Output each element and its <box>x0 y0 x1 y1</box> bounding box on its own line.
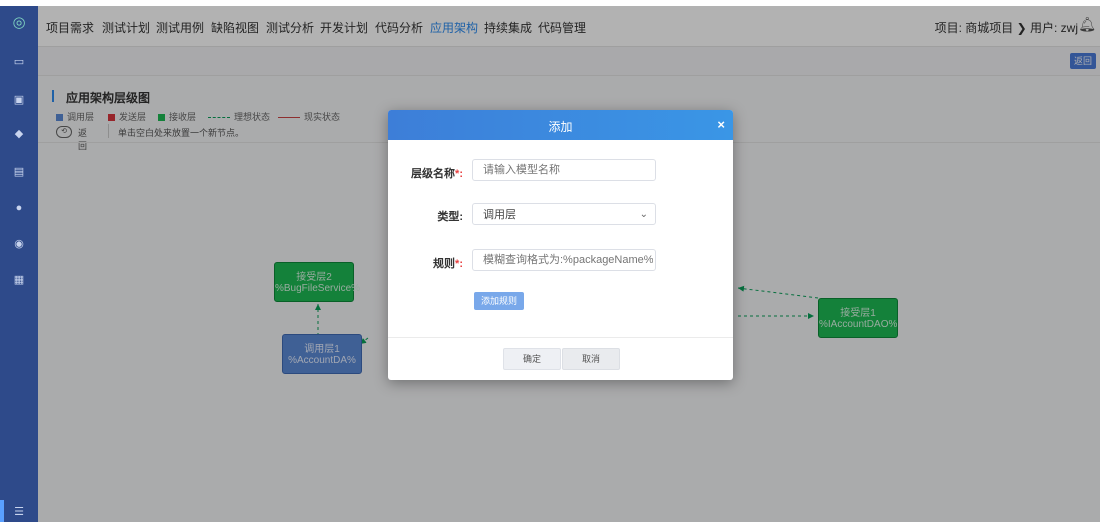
report-icon[interactable]: ▦ <box>12 274 26 286</box>
confirm-button[interactable]: 确定 <box>503 348 561 370</box>
layers-icon[interactable]: ◆ <box>12 128 26 140</box>
add-rule-button[interactable]: 添加规则 <box>474 292 524 310</box>
level-name-input[interactable] <box>472 159 656 181</box>
type-label: 类型: <box>437 211 463 223</box>
menu-icon[interactable]: ☰ <box>12 506 26 518</box>
monitor-icon[interactable]: ▭ <box>12 56 26 68</box>
logo-icon[interactable]: ◎ <box>11 15 27 31</box>
dialog-header: 添加 × <box>388 110 733 140</box>
sidebar: ◎ ▭ ▣ ◆ ▤ ● ◉ ▦ ☰ <box>0 6 38 522</box>
server-icon[interactable]: ▤ <box>12 166 26 178</box>
project-icon[interactable]: ▣ <box>12 94 26 106</box>
chevron-down-icon: ⌄ <box>639 209 648 220</box>
rule-input[interactable] <box>472 249 656 271</box>
clock-icon[interactable]: ● <box>12 202 26 214</box>
close-icon[interactable]: × <box>717 117 725 132</box>
level-name-label: 层级名称*: <box>411 168 463 180</box>
database-icon[interactable]: ◉ <box>12 238 26 250</box>
add-dialog: 添加 × 层级名称*: 类型: 调用层 ⌄ 规则*: 添加规则 确定 取消 <box>388 110 733 380</box>
dialog-title: 添加 <box>548 120 573 134</box>
dialog-footer-divider <box>388 337 733 338</box>
sidebar-active-indicator <box>0 500 4 522</box>
rule-label: 规则*: <box>433 258 463 270</box>
cancel-button[interactable]: 取消 <box>562 348 620 370</box>
type-select[interactable]: 调用层 ⌄ <box>472 203 656 225</box>
